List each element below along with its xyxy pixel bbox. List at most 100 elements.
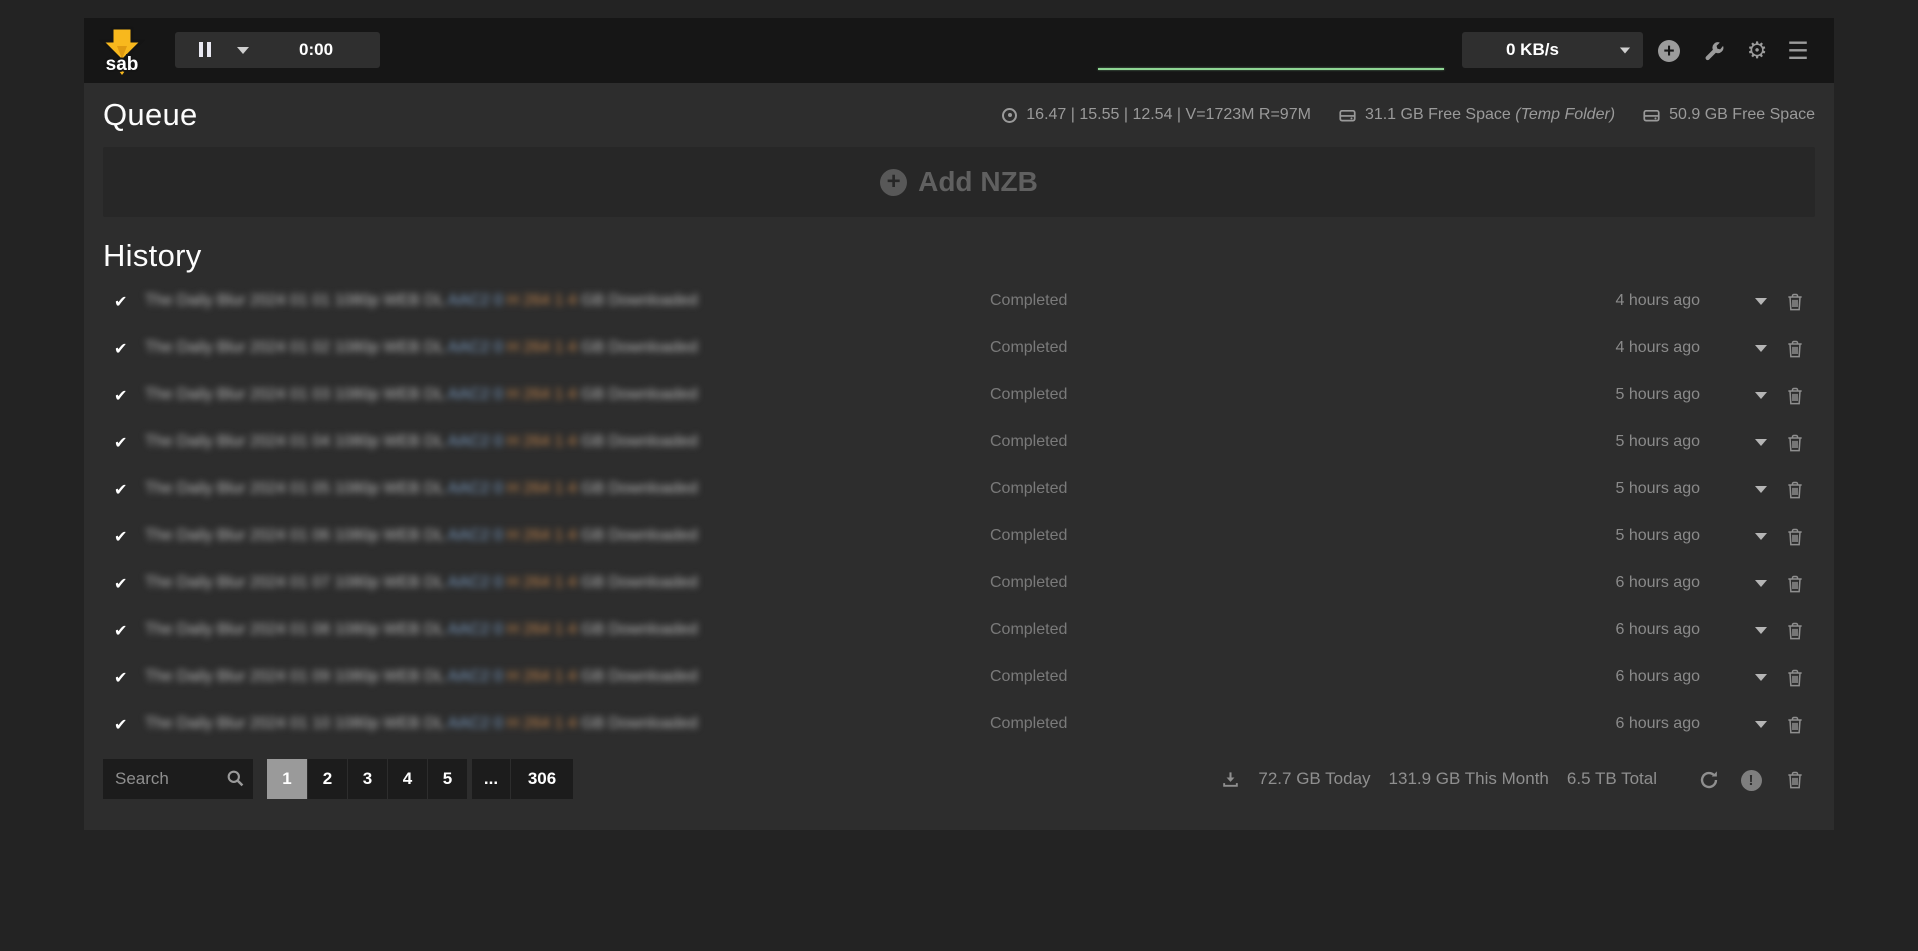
job-name-blurred[interactable]: The Daily Blur 2024 01 05 1080p WEB DL A… <box>145 480 805 498</box>
purge-history-button[interactable] <box>1783 768 1807 792</box>
page-button-5[interactable]: 5 <box>428 759 467 799</box>
delete-row-trash-icon[interactable] <box>1785 668 1805 693</box>
pause-options-caret-icon[interactable] <box>237 47 249 54</box>
completed-check-icon: ✔ <box>114 480 127 499</box>
add-nzb-dropzone[interactable]: + Add NZB <box>103 147 1815 217</box>
svg-text:sab: sab <box>106 54 139 75</box>
job-name-blurred[interactable]: The Daily Blur 2024 01 09 1080p WEB DL A… <box>145 668 805 686</box>
pause-icon[interactable] <box>199 42 211 57</box>
wrench-icon <box>1703 41 1724 62</box>
delete-row-trash-icon[interactable] <box>1785 386 1805 411</box>
page-button-4[interactable]: 4 <box>388 759 427 799</box>
completed-check-icon: ✔ <box>114 386 127 405</box>
job-name-blurred[interactable]: The Daily Blur 2024 01 03 1080p WEB DL A… <box>145 386 805 404</box>
completed-age: 4 hours ago <box>1615 339 1700 357</box>
page-button-2[interactable]: 2 <box>308 759 347 799</box>
row-actions-caret-icon[interactable] <box>1755 392 1767 399</box>
add-nzb-button[interactable]: + <box>1657 39 1681 63</box>
main-panel: Queue 16.47 | 15.55 | 12.54 | V=1723M R=… <box>84 83 1834 830</box>
job-name-blurred[interactable]: The Daily Blur 2024 01 08 1080p WEB DL A… <box>145 621 805 639</box>
sabnzbd-logo-icon[interactable]: sab <box>98 26 146 76</box>
plus-circle-icon: + <box>880 169 907 196</box>
hdd-icon <box>1643 107 1660 124</box>
speed-caret-icon <box>1620 48 1630 54</box>
completed-age: 5 hours ago <box>1615 480 1700 498</box>
queue-timer: 0:00 <box>299 40 333 60</box>
completed-age: 5 hours ago <box>1615 386 1700 404</box>
total-month: 131.9 GB This Month <box>1389 769 1549 789</box>
delete-row-trash-icon[interactable] <box>1785 433 1805 458</box>
refresh-history-button[interactable] <box>1697 768 1721 792</box>
status-label: Completed <box>990 339 1067 357</box>
history-row: ✔ The Daily Blur 2024 01 02 1080p WEB DL … <box>103 326 1815 373</box>
delete-row-trash-icon[interactable] <box>1785 339 1805 364</box>
status-label: Completed <box>990 715 1067 733</box>
history-row: ✔ The Daily Blur 2024 01 03 1080p WEB DL … <box>103 373 1815 420</box>
speed-limit-dropdown[interactable]: 0 KB/s <box>1462 32 1643 68</box>
completed-check-icon: ✔ <box>114 715 127 734</box>
status-label: Completed <box>990 292 1067 310</box>
completed-age: 4 hours ago <box>1615 292 1700 310</box>
history-list: ✔ The Daily Blur 2024 01 01 1080p WEB DL … <box>103 279 1815 749</box>
row-actions-caret-icon[interactable] <box>1755 486 1767 493</box>
status-label: Completed <box>990 668 1067 686</box>
status-label: Completed <box>990 386 1067 404</box>
complete-free-space: 50.9 GB Free Space <box>1669 106 1815 124</box>
completed-age: 6 hours ago <box>1615 668 1700 686</box>
completed-age: 5 hours ago <box>1615 527 1700 545</box>
plus-circle-icon: + <box>1658 40 1680 62</box>
page-button-3[interactable]: 3 <box>348 759 387 799</box>
completed-age: 6 hours ago <box>1615 715 1700 733</box>
history-row: ✔ The Daily Blur 2024 01 10 1080p WEB DL … <box>103 702 1815 749</box>
page-button-...[interactable]: ... <box>472 759 510 799</box>
completed-check-icon: ✔ <box>114 621 127 640</box>
job-name-blurred[interactable]: The Daily Blur 2024 01 04 1080p WEB DL A… <box>145 433 805 451</box>
row-actions-caret-icon[interactable] <box>1755 439 1767 446</box>
row-actions-caret-icon[interactable] <box>1755 580 1767 587</box>
history-row: ✔ The Daily Blur 2024 01 05 1080p WEB DL … <box>103 467 1815 514</box>
search-input[interactable] <box>103 759 221 799</box>
page-button-306[interactable]: 306 <box>511 759 573 799</box>
history-row: ✔The Daily Blur 2024 01 06 1080p WEB DL … <box>103 514 1815 561</box>
job-name-blurred[interactable]: The Daily Blur 2024 01 02 1080p WEB DL A… <box>145 339 805 357</box>
queue-control-bar: 0:00 <box>175 32 380 68</box>
completed-check-icon: ✔ <box>114 668 127 687</box>
settings-button[interactable]: ⚙ <box>1745 39 1769 63</box>
row-actions-caret-icon[interactable] <box>1755 298 1767 305</box>
delete-row-trash-icon[interactable] <box>1785 574 1805 599</box>
temp-free-space: 31.1 GB Free Space (Temp Folder) <box>1365 106 1615 124</box>
delete-row-trash-icon[interactable] <box>1785 480 1805 505</box>
delete-row-trash-icon[interactable] <box>1785 715 1805 740</box>
job-name-blurred[interactable]: The Daily Blur 2024 01 07 1080p WEB DL A… <box>145 574 805 592</box>
row-actions-caret-icon[interactable] <box>1755 627 1767 634</box>
status-label: Completed <box>990 621 1067 639</box>
delete-row-trash-icon[interactable] <box>1785 292 1805 317</box>
row-actions-caret-icon[interactable] <box>1755 345 1767 352</box>
status-options-button[interactable] <box>1701 39 1725 63</box>
trash-icon <box>1785 770 1805 790</box>
history-row: ✔ The Daily Blur 2024 01 08 1080p WEB DL … <box>103 608 1815 655</box>
status-label: Completed <box>990 433 1067 451</box>
queue-header: Queue 16.47 | 15.55 | 12.54 | V=1723M R=… <box>103 83 1815 135</box>
menu-button[interactable]: ☰ <box>1786 39 1810 63</box>
delete-row-trash-icon[interactable] <box>1785 621 1805 646</box>
system-load-icon <box>1002 108 1017 123</box>
history-totals: 72.7 GB Today 131.9 GB This Month 6.5 TB… <box>1221 769 1657 789</box>
delete-row-trash-icon[interactable] <box>1785 527 1805 552</box>
row-actions-caret-icon[interactable] <box>1755 674 1767 681</box>
history-footer: 12345...306 72.7 GB Today 131.9 GB This … <box>103 759 1815 799</box>
add-nzb-label: Add NZB <box>918 166 1038 198</box>
row-actions-caret-icon[interactable] <box>1755 533 1767 540</box>
search-icon[interactable] <box>226 769 245 788</box>
completed-check-icon: ✔ <box>114 339 127 358</box>
job-name-blurred[interactable]: The Daily Blur 2024 01 10 1080p WEB DL A… <box>145 715 805 733</box>
page-button-1[interactable]: 1 <box>267 759 307 799</box>
hdd-icon <box>1339 107 1356 124</box>
top-navbar: sab 0:00 0 KB/s + ⚙ ☰ <box>84 18 1834 83</box>
completed-check-icon: ✔ <box>114 574 127 593</box>
failed-history-button[interactable]: ! <box>1739 768 1763 792</box>
row-actions-caret-icon[interactable] <box>1755 721 1767 728</box>
job-name-blurred[interactable]: The Daily Blur 2024 01 01 1080p WEB DL A… <box>145 292 805 310</box>
job-name-blurred[interactable]: The Daily Blur 2024 01 06 1080p WEB DL A… <box>145 527 805 545</box>
download-icon <box>1221 770 1240 789</box>
